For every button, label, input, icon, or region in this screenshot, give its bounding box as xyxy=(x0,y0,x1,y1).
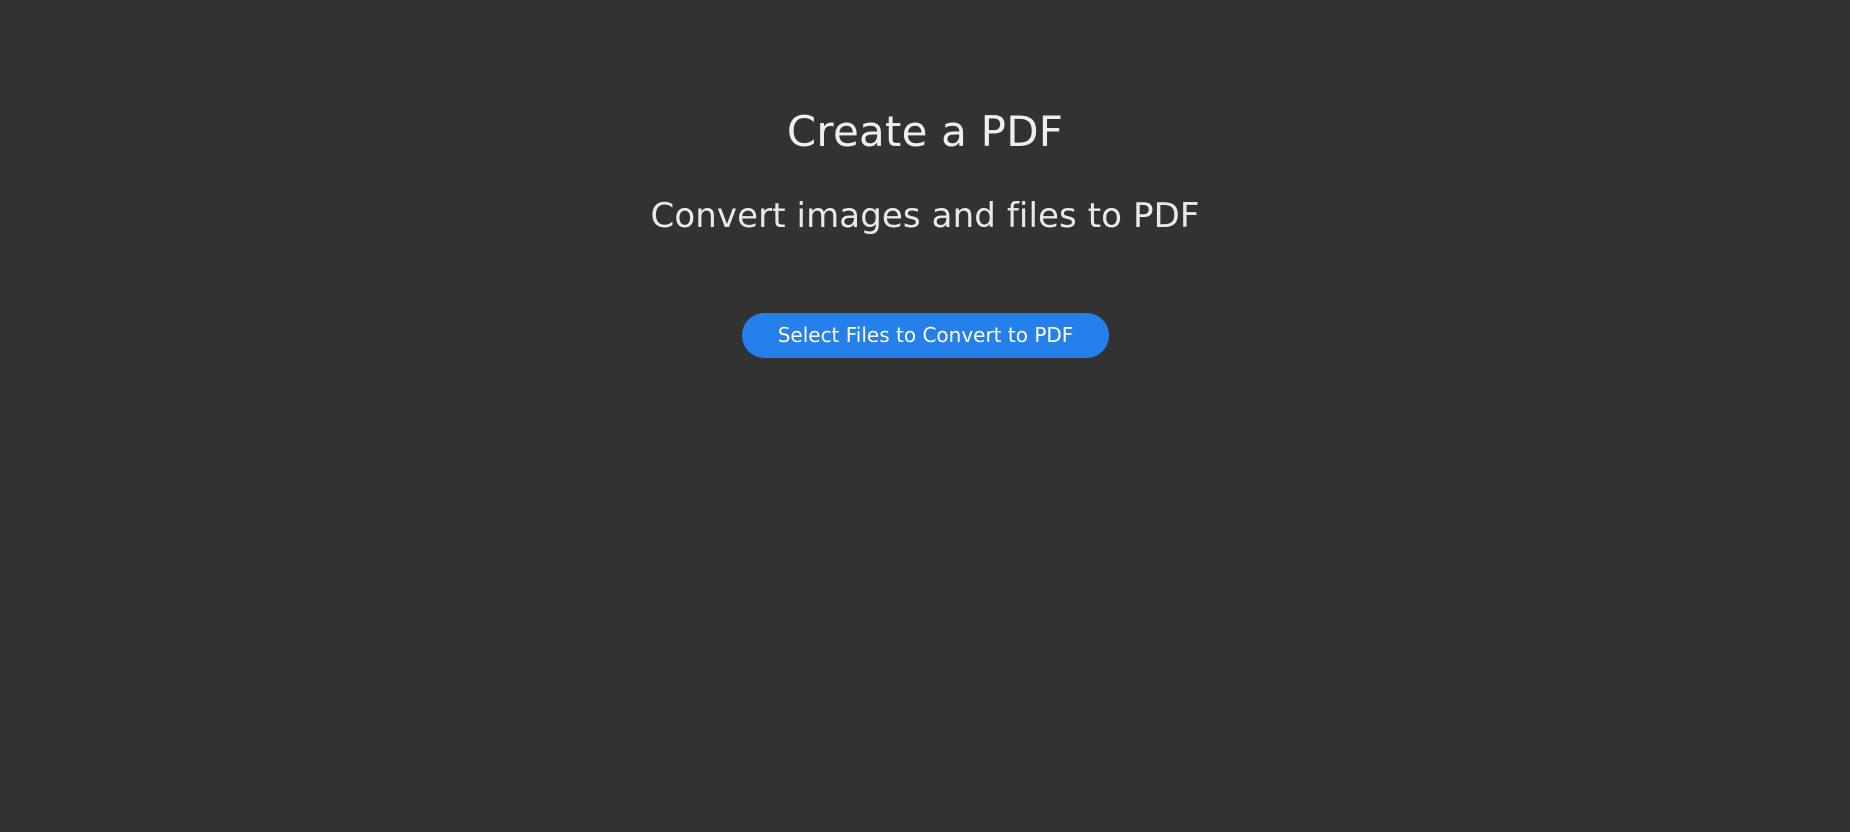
page: Create a PDF Convert images and files to… xyxy=(0,0,1850,832)
page-title: Create a PDF xyxy=(786,107,1064,156)
page-subtitle: Convert images and files to PDF xyxy=(650,196,1200,236)
select-files-button[interactable]: Select Files to Convert to PDF xyxy=(742,313,1109,358)
